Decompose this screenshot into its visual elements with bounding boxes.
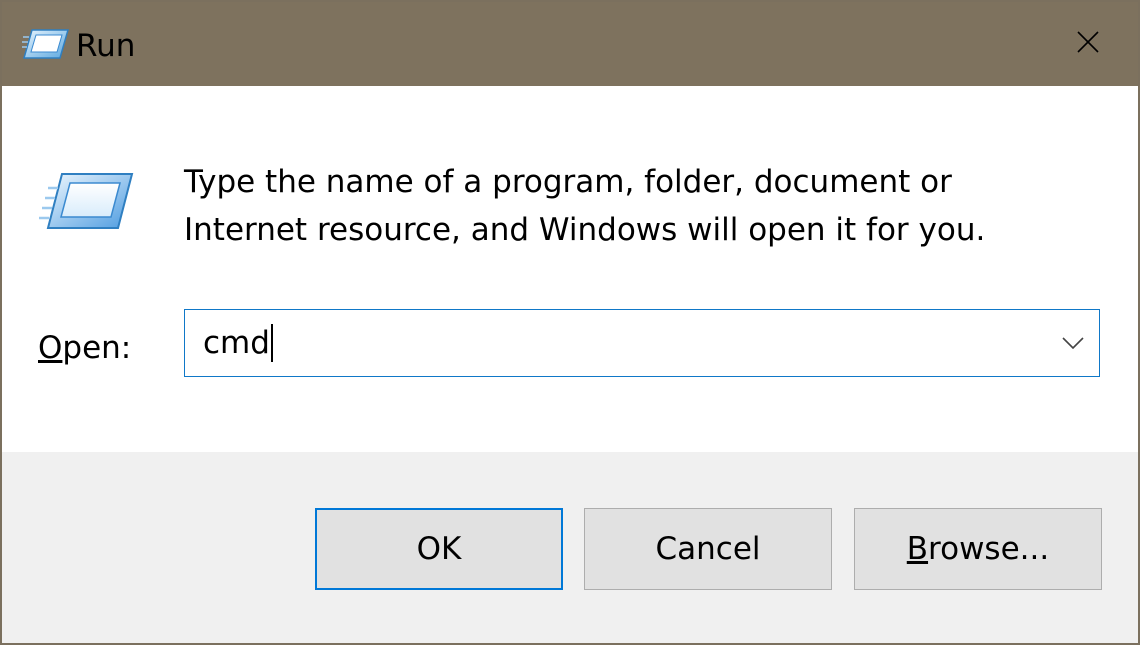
run-icon: [38, 172, 138, 232]
description-line-1: Type the name of a program, folder, docu…: [184, 164, 952, 200]
open-input[interactable]: cmd: [203, 320, 273, 366]
open-combobox[interactable]: cmd: [184, 309, 1100, 377]
description: Type the name of a program, folder, docu…: [184, 158, 985, 254]
chevron-down-icon: [1062, 334, 1084, 353]
button-bar: OK Cancel Browse...: [2, 452, 1138, 643]
description-line-2: Internet resource, and Windows will open…: [184, 212, 986, 248]
close-icon: [1077, 31, 1099, 57]
ok-button[interactable]: OK: [315, 508, 563, 590]
dropdown-button[interactable]: [1047, 310, 1099, 376]
browse-accelerator: B: [906, 531, 929, 567]
run-dialog: Run Type the name of a program, folder, …: [0, 0, 1140, 645]
window-title: Run: [76, 28, 136, 64]
dialog-content: Type the name of a program, folder, docu…: [2, 86, 1138, 452]
open-input-value: cmd: [203, 325, 270, 361]
open-label-text: pen:: [62, 330, 132, 366]
open-label-accelerator: O: [38, 330, 63, 366]
open-label: Open:: [38, 324, 131, 372]
close-button[interactable]: [1038, 2, 1138, 86]
browse-button[interactable]: Browse...: [854, 508, 1102, 590]
browse-label: rowse...: [928, 531, 1050, 567]
title-bar[interactable]: Run: [2, 2, 1138, 86]
run-icon: [21, 28, 70, 60]
text-caret: [270, 324, 273, 362]
cancel-button[interactable]: Cancel: [584, 508, 832, 590]
